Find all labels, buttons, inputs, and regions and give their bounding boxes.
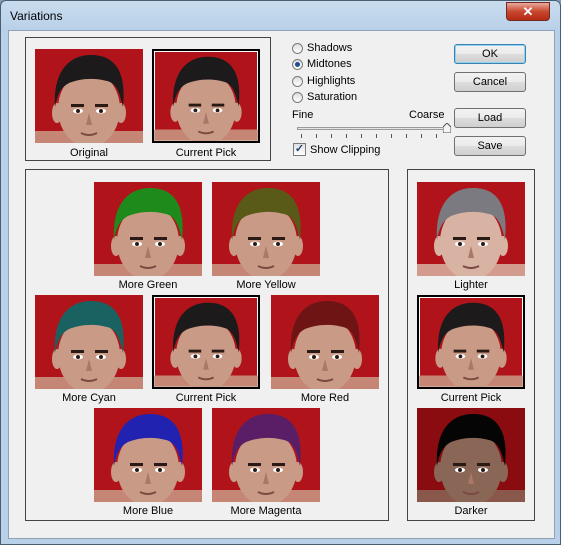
radio-label: Midtones [307,58,352,70]
lighter-label: Lighter [454,279,488,291]
radio-label: Saturation [307,91,358,103]
more-magenta-thumbnail[interactable] [212,408,320,502]
radio-label: Highlights [307,75,356,87]
window-title: Variations [10,9,63,23]
more-red-thumbnail[interactable] [271,295,379,389]
slider-tick [391,134,392,138]
slider-tick [346,134,347,138]
more-green-label: More Green [118,279,178,291]
portrait-image [212,414,320,502]
variations-dialog: Variations ✕ Original Current Pick Shado… [0,0,561,545]
portrait-image [271,301,379,389]
portrait-image [94,188,202,276]
more-red-label: More Red [300,392,350,404]
portrait-image [212,188,320,276]
slider-tick [406,134,407,138]
portrait-image [154,302,258,387]
slider-tick [301,134,302,138]
dialog-body: Original Current Pick Shadows Midtones H… [8,30,555,539]
cancel-button[interactable]: Cancel [454,72,526,92]
current-pick-preview-label: Current Pick [175,147,237,159]
slider-tick [331,134,332,138]
radio-circle [292,42,303,54]
more-cyan-label: More Cyan [62,392,116,404]
save-button[interactable]: Save [454,136,526,156]
radio-circle-selected [292,58,303,70]
radio-label: Shadows [307,42,353,54]
fine-label: Fine [292,109,314,121]
darker-label: Darker [454,505,488,517]
original-thumbnail [35,49,143,143]
fine-coarse-slider-track[interactable] [297,127,449,130]
portrait-image [94,414,202,502]
more-magenta-label: More Magenta [230,505,302,517]
title-bar: Variations ✕ [1,1,560,31]
slider-thumb[interactable] [443,123,451,133]
original-label: Original [70,147,108,159]
radio-circle [292,91,303,103]
portrait-image [154,56,258,141]
more-yellow-thumbnail[interactable] [212,182,320,276]
portrait-image [419,302,523,387]
portrait-image [417,188,525,276]
current-pick-color-thumbnail[interactable] [152,295,260,389]
radio-circle [292,75,303,87]
darker-thumbnail[interactable] [417,408,525,502]
slider-tick [421,134,422,138]
slider-tick [316,134,317,138]
radio-saturation[interactable]: Saturation [292,91,357,103]
current-pick-color-label: Current Pick [175,392,237,404]
lighter-thumbnail[interactable] [417,182,525,276]
more-blue-thumbnail[interactable] [94,408,202,502]
portrait-image [35,55,143,143]
more-yellow-label: More Yellow [236,279,296,291]
more-cyan-thumbnail[interactable] [35,295,143,389]
current-pick-brightness-label: Current Pick [440,392,502,404]
checkmark-icon: ✓ [293,143,306,156]
slider-tick [376,134,377,138]
radio-shadows[interactable]: Shadows [292,42,352,54]
current-pick-preview-thumbnail [152,49,260,143]
portrait-image [35,301,143,389]
coarse-label: Coarse [409,109,445,121]
close-icon: ✕ [522,3,534,19]
slider-tick [361,134,362,138]
load-button[interactable]: Load [454,108,526,128]
slider-tick [436,134,437,138]
ok-button[interactable]: OK [454,44,526,64]
close-button[interactable]: ✕ [506,2,550,21]
more-green-thumbnail[interactable] [94,182,202,276]
show-clipping-checkbox[interactable]: ✓ Show Clipping [293,143,380,156]
portrait-image [417,414,525,502]
radio-highlights[interactable]: Highlights [292,75,355,87]
more-blue-label: More Blue [122,505,174,517]
show-clipping-label: Show Clipping [310,143,381,156]
radio-midtones[interactable]: Midtones [292,58,352,70]
current-pick-brightness-thumbnail[interactable] [417,295,525,389]
